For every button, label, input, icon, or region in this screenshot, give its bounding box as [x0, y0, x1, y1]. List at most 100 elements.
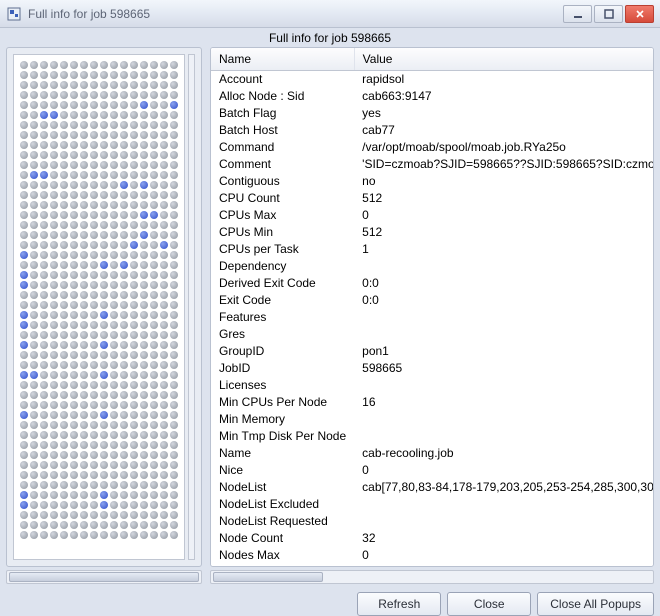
node-dot[interactable] [130, 191, 138, 199]
node-dot[interactable] [90, 61, 98, 69]
node-dot[interactable] [170, 361, 178, 369]
node-dot[interactable] [70, 471, 78, 479]
node-dot[interactable] [60, 351, 68, 359]
node-dot[interactable] [110, 121, 118, 129]
node-dot[interactable] [110, 441, 118, 449]
node-dot[interactable] [110, 531, 118, 539]
node-dot[interactable] [170, 261, 178, 269]
node-dot[interactable] [80, 411, 88, 419]
node-dot[interactable] [120, 451, 128, 459]
node-dot[interactable] [100, 421, 108, 429]
node-dot[interactable] [160, 221, 168, 229]
node-dot[interactable] [60, 101, 68, 109]
node-dot[interactable] [90, 261, 98, 269]
node-dot[interactable] [150, 431, 158, 439]
node-dot[interactable] [120, 211, 128, 219]
node-dot[interactable] [90, 141, 98, 149]
node-dot[interactable] [160, 491, 168, 499]
table-horizontal-scrollbar[interactable] [210, 570, 654, 584]
node-dot[interactable] [70, 81, 78, 89]
node-dot[interactable] [150, 361, 158, 369]
node-dot[interactable] [50, 131, 58, 139]
node-dot[interactable] [50, 291, 58, 299]
node-dot[interactable] [20, 171, 28, 179]
node-dot[interactable] [150, 311, 158, 319]
node-dot[interactable] [20, 441, 28, 449]
node-dot[interactable] [90, 191, 98, 199]
node-dot[interactable] [120, 461, 128, 469]
node-dot[interactable] [60, 171, 68, 179]
node-dot[interactable] [50, 81, 58, 89]
node-dot[interactable] [170, 71, 178, 79]
node-dot[interactable] [70, 341, 78, 349]
node-dot[interactable] [30, 501, 38, 509]
node-dot[interactable] [150, 421, 158, 429]
node-dot[interactable] [90, 441, 98, 449]
node-dot[interactable] [160, 361, 168, 369]
node-dot[interactable] [70, 241, 78, 249]
node-dot[interactable] [60, 211, 68, 219]
node-dot[interactable] [140, 351, 148, 359]
node-dot[interactable] [120, 181, 128, 189]
node-dot[interactable] [70, 281, 78, 289]
node-dot[interactable] [130, 201, 138, 209]
node-dot[interactable] [170, 101, 178, 109]
table-row[interactable]: Min Tmp Disk Per Node [211, 428, 653, 445]
node-dot[interactable] [70, 231, 78, 239]
node-dot[interactable] [130, 271, 138, 279]
node-dot[interactable] [120, 491, 128, 499]
node-dot[interactable] [40, 511, 48, 519]
node-dot[interactable] [130, 341, 138, 349]
node-dot[interactable] [60, 241, 68, 249]
node-dot[interactable] [140, 271, 148, 279]
node-dot[interactable] [120, 241, 128, 249]
node-dot[interactable] [140, 411, 148, 419]
node-dot[interactable] [80, 311, 88, 319]
node-dot[interactable] [60, 131, 68, 139]
node-dot[interactable] [40, 521, 48, 529]
node-dot[interactable] [70, 161, 78, 169]
node-dot[interactable] [40, 531, 48, 539]
node-dot[interactable] [60, 481, 68, 489]
node-dot[interactable] [20, 261, 28, 269]
node-dot[interactable] [140, 401, 148, 409]
node-dot[interactable] [140, 91, 148, 99]
node-dot[interactable] [80, 471, 88, 479]
node-dot[interactable] [20, 511, 28, 519]
node-dot[interactable] [150, 131, 158, 139]
node-dot[interactable] [110, 491, 118, 499]
node-dot[interactable] [90, 91, 98, 99]
node-dot[interactable] [170, 401, 178, 409]
node-dot[interactable] [60, 61, 68, 69]
node-dot[interactable] [170, 471, 178, 479]
node-dot[interactable] [140, 421, 148, 429]
node-dot[interactable] [50, 261, 58, 269]
node-dot[interactable] [20, 271, 28, 279]
node-dot[interactable] [90, 231, 98, 239]
table-row[interactable]: Accountrapidsol [211, 71, 653, 88]
node-dot[interactable] [60, 361, 68, 369]
node-dot[interactable] [130, 171, 138, 179]
node-dot[interactable] [100, 311, 108, 319]
node-dot[interactable] [100, 141, 108, 149]
node-dot[interactable] [80, 151, 88, 159]
node-dot[interactable] [90, 481, 98, 489]
node-dot[interactable] [40, 91, 48, 99]
node-dot[interactable] [80, 101, 88, 109]
node-dot[interactable] [170, 441, 178, 449]
node-dot[interactable] [160, 191, 168, 199]
node-dot[interactable] [100, 261, 108, 269]
node-dot[interactable] [40, 141, 48, 149]
node-dot[interactable] [90, 211, 98, 219]
node-dot[interactable] [60, 121, 68, 129]
node-dot[interactable] [130, 351, 138, 359]
node-dot[interactable] [100, 131, 108, 139]
node-dot[interactable] [80, 531, 88, 539]
node-dot[interactable] [30, 91, 38, 99]
node-dot[interactable] [90, 351, 98, 359]
close-window-button[interactable] [625, 5, 654, 23]
node-dot[interactable] [30, 481, 38, 489]
node-dot[interactable] [60, 91, 68, 99]
node-dot[interactable] [90, 291, 98, 299]
node-dot[interactable] [130, 511, 138, 519]
